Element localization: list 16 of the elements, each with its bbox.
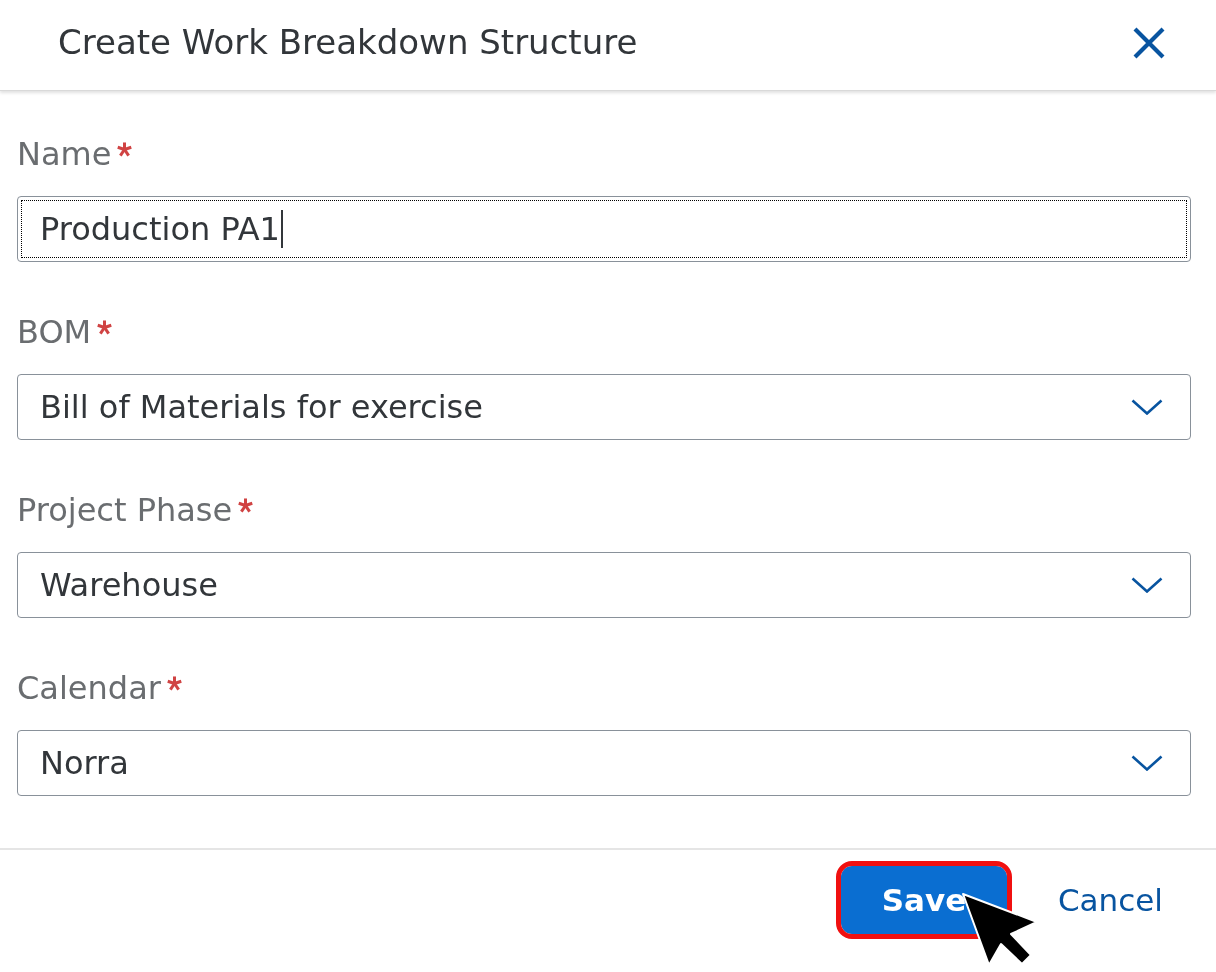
chevron-down-icon xyxy=(1131,577,1163,593)
cancel-button[interactable]: Cancel xyxy=(1051,861,1169,939)
chevron-down-icon xyxy=(1131,399,1163,415)
close-icon xyxy=(1133,27,1165,59)
field-label: Calendar xyxy=(17,668,161,708)
field-label: Name xyxy=(17,134,112,174)
dialog-title: Create Work Breakdown Structure xyxy=(58,22,638,62)
dropdown-field[interactable]: Norra xyxy=(17,730,1191,796)
chevron-down-icon xyxy=(1131,755,1163,771)
text-input-field[interactable]: Production PA1 xyxy=(17,196,1191,262)
text-cursor-icon xyxy=(280,210,283,248)
field-label: Project Phase xyxy=(17,490,233,530)
close-button[interactable] xyxy=(1133,27,1165,59)
dropdown-field[interactable]: Warehouse xyxy=(17,552,1191,618)
dropdown-field[interactable]: Bill of Materials for exercise xyxy=(17,374,1191,440)
field-label: BOM xyxy=(17,312,92,352)
